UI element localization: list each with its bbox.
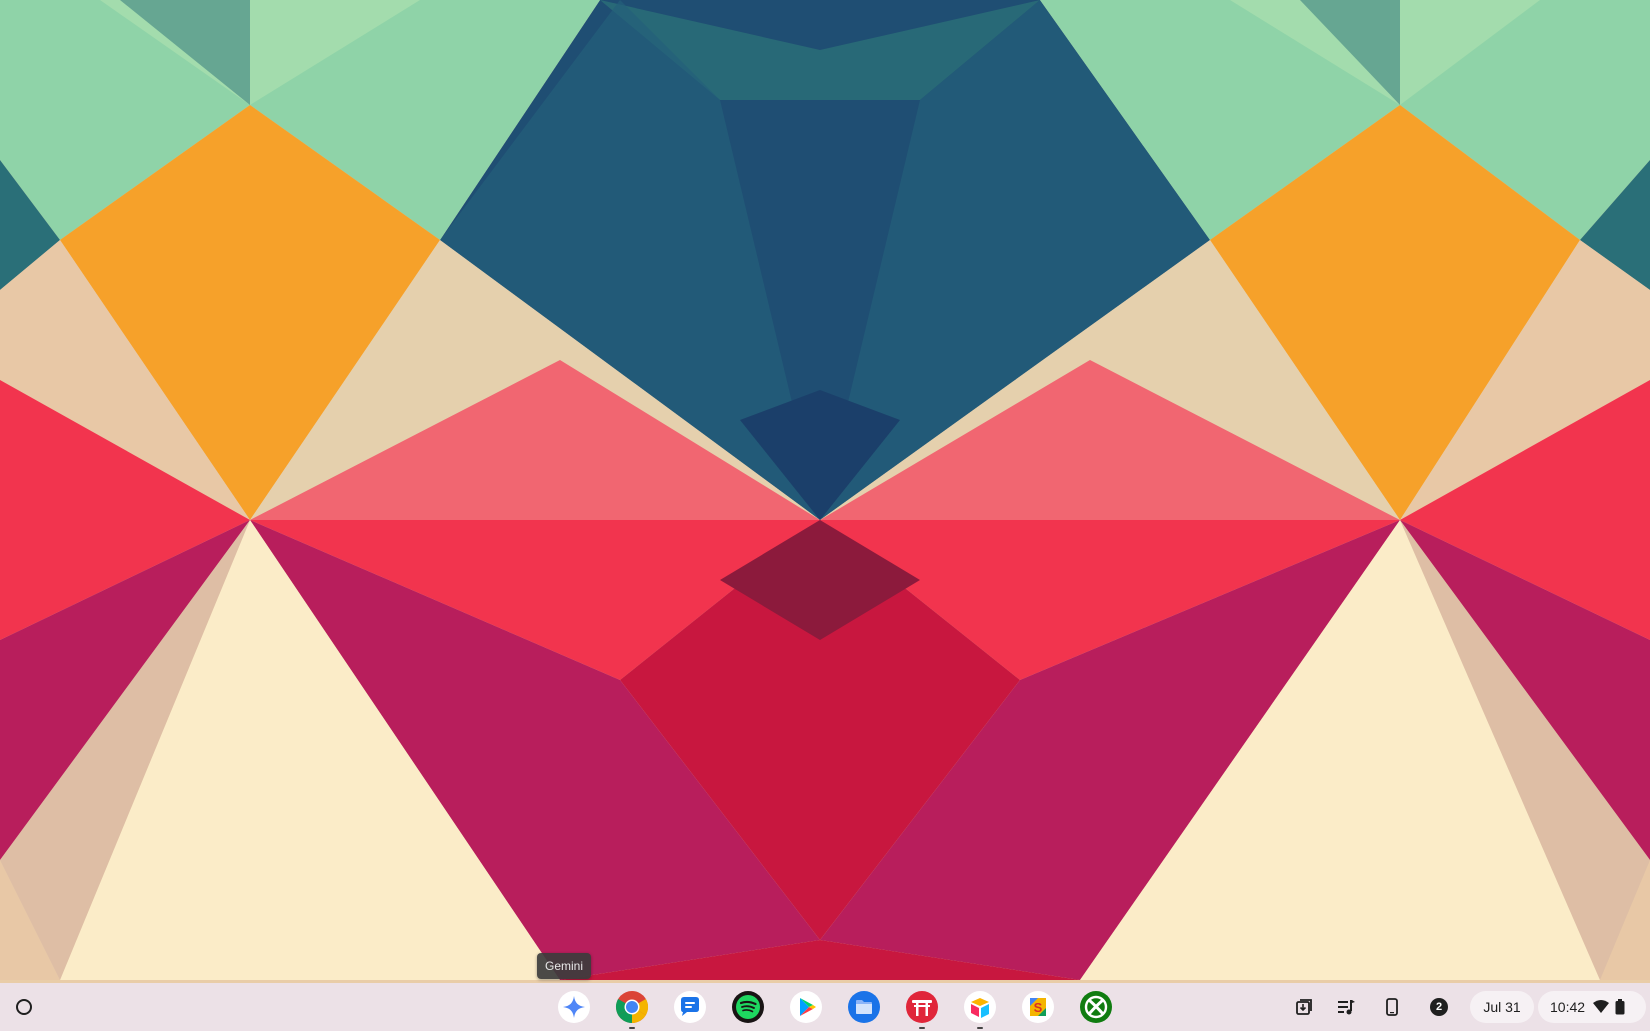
launcher-circle-icon <box>16 999 32 1015</box>
media-controls-icon <box>1338 1000 1355 1015</box>
phone-hub-icon <box>1386 998 1398 1016</box>
xbox-app[interactable] <box>1067 983 1125 1031</box>
messages-app[interactable] <box>661 983 719 1031</box>
app-tooltip: Gemini <box>537 953 592 979</box>
wallpaper <box>0 0 1650 1031</box>
shelf: S 2 Jul 31 10:42 <box>0 983 1650 1031</box>
airtable-app[interactable] <box>951 983 1009 1031</box>
play-store-app[interactable] <box>777 983 835 1031</box>
slides-icon: S <box>1022 991 1054 1023</box>
gemini-icon <box>558 991 590 1023</box>
airtable-icon <box>964 991 996 1023</box>
spotify-app[interactable] <box>719 983 777 1031</box>
files-app[interactable] <box>835 983 893 1031</box>
phone-hub-button[interactable] <box>1376 991 1408 1023</box>
xbox-icon <box>1080 991 1112 1023</box>
torii-app[interactable] <box>893 983 951 1031</box>
messages-icon <box>674 991 706 1023</box>
play-store-icon <box>790 991 822 1023</box>
chrome-app[interactable] <box>603 983 661 1031</box>
wifi-icon <box>1593 1000 1610 1013</box>
running-indicator <box>629 1027 635 1029</box>
clock: 10:42 <box>1550 999 1586 1015</box>
spotify-icon <box>732 991 764 1023</box>
running-indicator <box>977 1027 983 1029</box>
status-area[interactable]: 10:42 <box>1538 991 1646 1023</box>
slides-app[interactable]: S <box>1009 983 1067 1031</box>
holding-space-icon <box>1296 999 1312 1015</box>
media-controls-button[interactable] <box>1330 991 1362 1023</box>
pinned-apps: S <box>545 983 1125 1031</box>
battery-icon <box>1615 999 1625 1015</box>
date-tray[interactable]: Jul 31 <box>1470 991 1534 1023</box>
desktop: Gemini S 2 Jul 31 10:42 <box>0 0 1650 1031</box>
svg-text:S: S <box>1034 1000 1043 1015</box>
launcher-button[interactable] <box>12 995 36 1019</box>
chrome-icon <box>615 991 649 1024</box>
holding-space-button[interactable] <box>1288 991 1320 1023</box>
notification-counter[interactable]: 2 <box>1430 998 1448 1016</box>
torii-icon <box>906 991 938 1023</box>
gemini-app[interactable] <box>545 983 603 1031</box>
running-indicator <box>919 1027 925 1029</box>
files-icon <box>848 991 880 1023</box>
